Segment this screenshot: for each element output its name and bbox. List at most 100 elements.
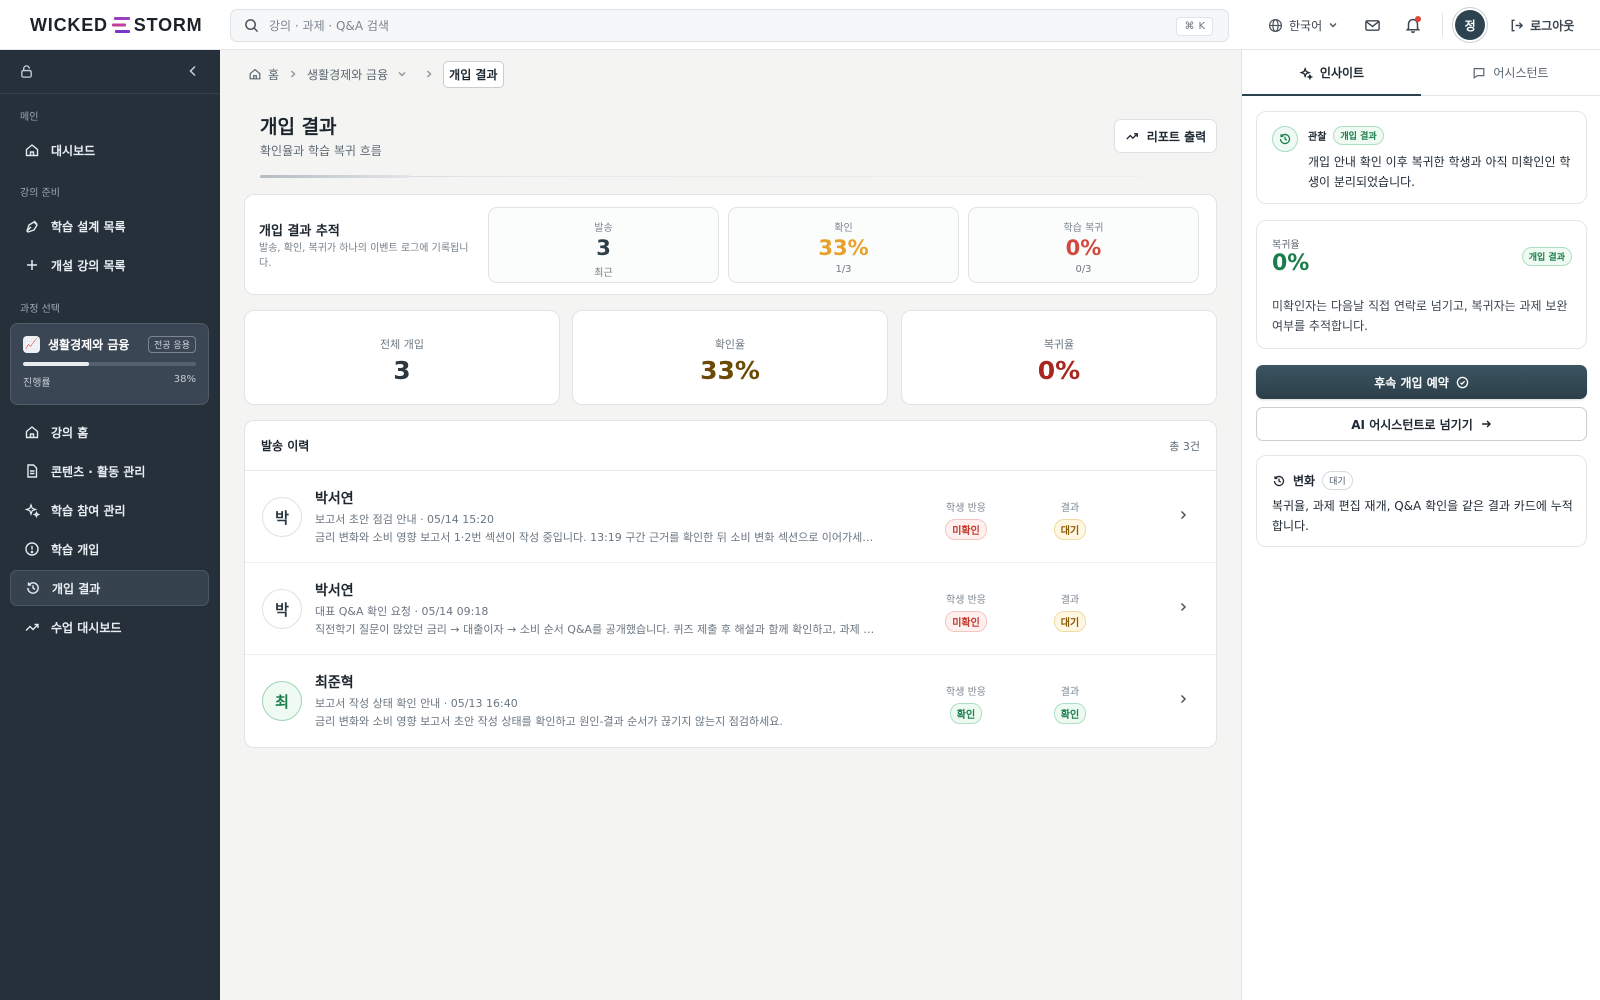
history-row[interactable]: 최 최준혁 보고서 작성 상태 확인 안내 · 05/13 16:40 금리 변… bbox=[245, 655, 1216, 747]
reaction-badge: 확인 bbox=[949, 703, 983, 724]
mail-button[interactable] bbox=[1356, 9, 1388, 41]
tab-insight[interactable]: 인사이트 bbox=[1242, 50, 1421, 95]
send-to-assistant-button[interactable]: AI 어시스턴트로 넘기기 bbox=[1256, 407, 1587, 441]
message-preview: 직전학기 질문이 많았던 금리 → 대출이자 → 소비 순서 Q&A를 공개했습… bbox=[315, 623, 875, 636]
right-panel-tabs: 인사이트 어시스턴트 bbox=[1242, 50, 1600, 96]
stat-card-return-rate: 복귀율 0% bbox=[901, 310, 1217, 405]
history-icon bbox=[1273, 475, 1285, 486]
tracking-panel: 개입 결과 추적 발송, 확인, 복귀가 하나의 이벤트 로그에 기록됩니다. … bbox=[244, 194, 1217, 295]
message-preview: 금리 변화와 소비 영향 보고서 초안 작성 상태를 확인하고 원인-결과 순서… bbox=[315, 715, 783, 728]
report-export-button[interactable]: 리포트 출력 bbox=[1114, 119, 1217, 153]
logout-label: 로그아웃 bbox=[1530, 18, 1575, 33]
sidebar-item-course-home[interactable]: 강의 홈 bbox=[10, 414, 209, 450]
message-preview: 금리 변화와 소비 영향 보고서 1·2번 섹션이 작성 중입니다. 13:19… bbox=[315, 531, 875, 544]
sidebar-section-main: 메인 bbox=[20, 112, 39, 123]
sidebar-item-intervention-result[interactable]: 개입 결과 bbox=[10, 570, 209, 606]
stat-label: 복귀율 bbox=[1043, 338, 1075, 351]
reaction-column: 학생 반응 확인 bbox=[931, 683, 1001, 724]
metric-label: 발송 bbox=[594, 223, 613, 234]
chevron-down-icon bbox=[1329, 23, 1337, 28]
metric-label: 확인 bbox=[834, 223, 853, 234]
sidebar-item-class-dashboard[interactable]: 수업 대시보드 bbox=[10, 609, 209, 645]
chevron-right-icon[interactable] bbox=[1177, 509, 1189, 521]
avatar[interactable]: 정 bbox=[1455, 10, 1486, 40]
course-selector[interactable]: 📈 생활경제와 금융 전공 응용 진행률 38% bbox=[10, 323, 209, 405]
sidebar-item-intervention[interactable]: 학습 개입 bbox=[10, 531, 209, 567]
sidebar-item-design-list[interactable]: 학습 설계 목록 bbox=[10, 208, 209, 244]
metric-value: 0% bbox=[1065, 236, 1102, 260]
plus-icon bbox=[27, 260, 37, 270]
stat-value: 3 bbox=[393, 356, 411, 385]
result-badge: 대기 bbox=[1053, 611, 1087, 632]
page-subtitle: 확인율과 학습 복귀 흐름 bbox=[260, 144, 382, 158]
history-count: 총 3건 bbox=[1169, 439, 1200, 453]
trending-up-icon bbox=[1126, 133, 1138, 140]
course-progress-bar bbox=[23, 362, 196, 366]
history-panel: 발송 이력 총 3건 박 박서연 보고서 초안 점검 안내 · 05/14 15… bbox=[244, 420, 1217, 748]
stat-label: 전체 개입 bbox=[380, 338, 424, 351]
history-icon bbox=[27, 582, 39, 594]
tab-assistant[interactable]: 어시스턴트 bbox=[1421, 50, 1600, 95]
metric-value: 33% bbox=[818, 236, 869, 260]
chevron-left-icon[interactable] bbox=[186, 64, 200, 78]
logout-button[interactable]: 로그아웃 bbox=[1509, 17, 1574, 34]
home-icon bbox=[25, 144, 39, 157]
sidebar-section-course-select: 과정 선택 bbox=[20, 304, 60, 315]
breadcrumb-course[interactable]: 생활경제와 금융 bbox=[307, 66, 388, 83]
stat-value: 33% bbox=[700, 356, 760, 385]
notification-button[interactable] bbox=[1397, 9, 1429, 41]
check-circle-icon bbox=[1456, 376, 1469, 388]
reaction-badge: 미확인 bbox=[945, 611, 987, 632]
tracking-card-return: 학습 복귀 0% 0/3 bbox=[968, 207, 1199, 283]
student-name: 박서연 bbox=[315, 583, 354, 599]
stat-card-confirm-rate: 확인율 33% bbox=[572, 310, 888, 405]
sidebar-item-open-courses[interactable]: 개설 강의 목록 bbox=[10, 247, 209, 283]
metric-sub: 1/3 bbox=[835, 264, 852, 275]
globe-icon bbox=[1268, 18, 1283, 32]
sidebar-item-label: 학습 개입 bbox=[51, 542, 100, 557]
sidebar-item-dashboard[interactable]: 대시보드 bbox=[10, 132, 209, 168]
divider bbox=[1442, 13, 1444, 37]
sparkles-icon bbox=[1299, 66, 1313, 80]
observation-tag: 개입 결과 bbox=[1333, 126, 1384, 145]
lock-icon[interactable] bbox=[19, 64, 34, 79]
student-avatar: 박 bbox=[262, 589, 302, 629]
mail-icon bbox=[1364, 19, 1380, 31]
schedule-button-label: 후속 개입 예약 bbox=[1374, 375, 1449, 390]
history-title: 발송 이력 bbox=[261, 439, 310, 453]
brand-logo[interactable]: WICKED STORM bbox=[30, 13, 202, 37]
schedule-followup-button[interactable]: 후속 개입 예약 bbox=[1256, 365, 1587, 399]
sidebar-item-label: 학습 참여 관리 bbox=[51, 503, 126, 518]
breadcrumb-current: 개입 결과 bbox=[443, 60, 504, 88]
history-row[interactable]: 박 박서연 대표 Q&A 확인 요청 · 05/14 09:18 직전학기 질문… bbox=[245, 563, 1216, 655]
sidebar-item-label: 대시보드 bbox=[51, 143, 96, 158]
arrow-right-icon bbox=[1481, 420, 1491, 428]
sidebar-item-label: 학습 설계 목록 bbox=[51, 219, 126, 234]
language-label: 한국어 bbox=[1289, 18, 1323, 33]
active-tab-indicator bbox=[1242, 94, 1421, 96]
language-selector[interactable]: 한국어 bbox=[1268, 17, 1338, 34]
result-label: 결과 bbox=[1060, 503, 1080, 514]
observation-label: 관찰 bbox=[1308, 132, 1327, 143]
change-tag: 대기 bbox=[1322, 471, 1353, 490]
sidebar-item-contents[interactable]: 콘텐츠 · 활동 관리 bbox=[10, 453, 209, 489]
pen-tool-icon bbox=[26, 220, 38, 233]
page-title: 개입 결과 bbox=[260, 116, 337, 138]
home-icon[interactable] bbox=[248, 67, 262, 81]
chevron-right-icon[interactable] bbox=[1177, 693, 1189, 705]
chevron-right-icon[interactable] bbox=[1177, 601, 1189, 613]
message-meta: 보고서 작성 상태 확인 안내 · 05/13 16:40 bbox=[315, 697, 518, 710]
sidebar-header bbox=[0, 50, 220, 94]
change-text: 복귀율, 과제 편집 재개, Q&A 확인을 같은 결과 카드에 누적합니다. bbox=[1272, 499, 1573, 533]
observation-text: 개입 안내 확인 이후 복귀한 학생과 아직 미확인인 학생이 분리되었습니다. bbox=[1308, 155, 1571, 189]
sparkles-icon bbox=[24, 503, 40, 518]
history-row[interactable]: 박 박서연 보고서 초안 점검 안내 · 05/14 15:20 금리 변화와 … bbox=[245, 471, 1216, 563]
metric-value: 3 bbox=[596, 236, 611, 260]
return-rate-label: 복귀율 bbox=[1272, 240, 1300, 251]
search-input[interactable]: 강의 · 과제 · Q&A 검색 ⌘ K bbox=[230, 9, 1229, 42]
breadcrumb-home[interactable]: 홈 bbox=[268, 66, 279, 83]
result-column: 결과 대기 bbox=[1035, 499, 1105, 540]
chat-icon bbox=[1473, 67, 1485, 79]
chevron-down-icon[interactable] bbox=[397, 69, 407, 79]
sidebar-item-participation[interactable]: 학습 참여 관리 bbox=[10, 492, 209, 528]
